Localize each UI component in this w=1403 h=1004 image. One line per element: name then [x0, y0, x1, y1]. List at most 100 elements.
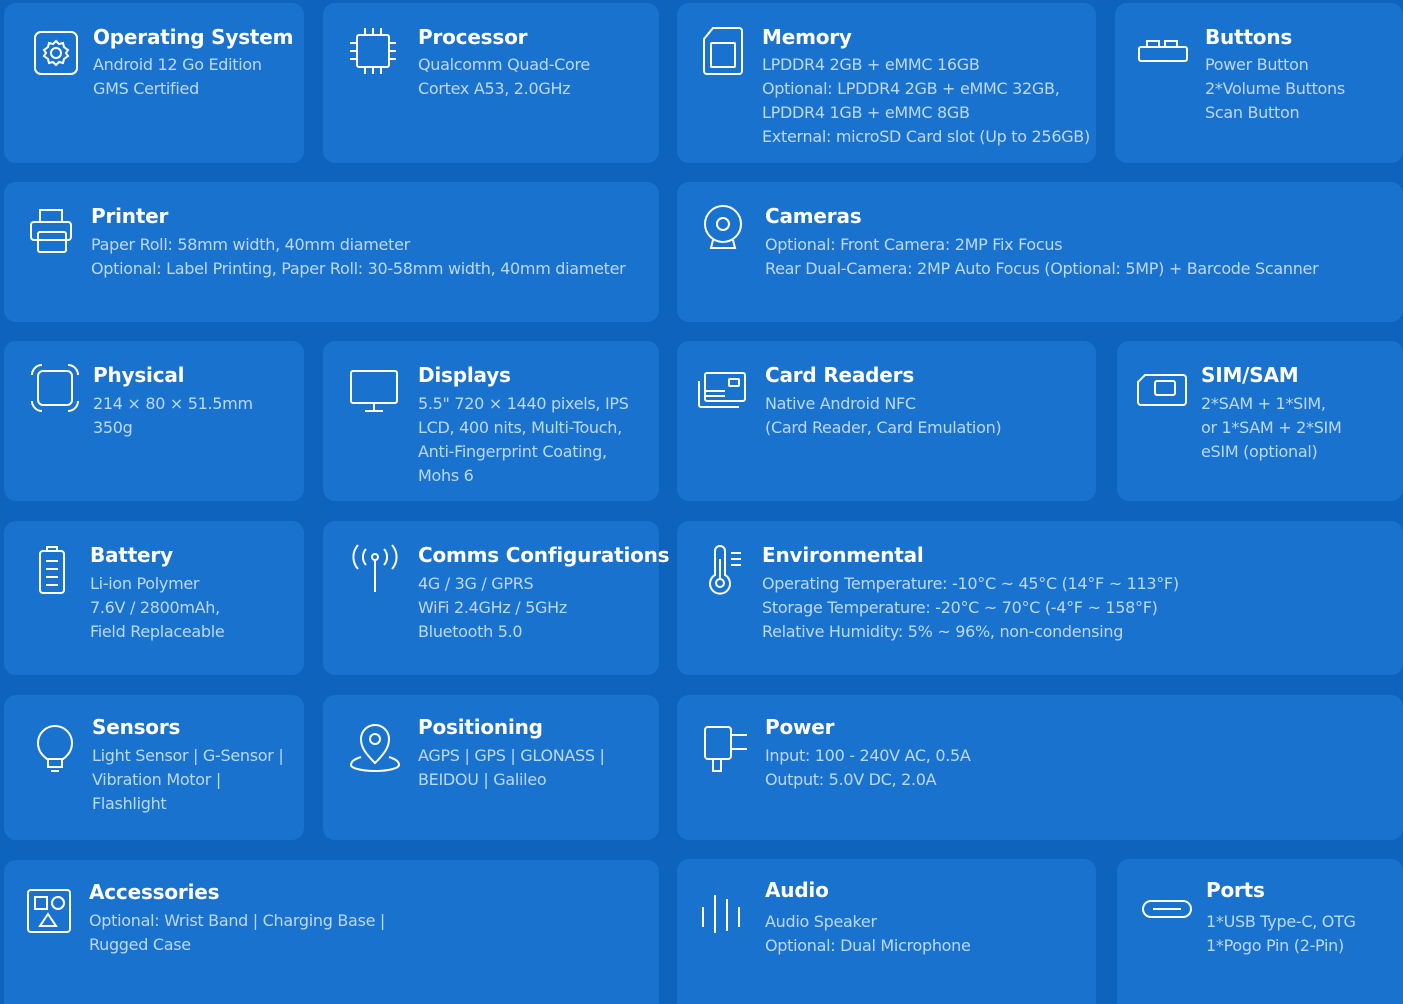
- plug-icon: [703, 725, 755, 777]
- detail-line: 4G / 3G / GPRS: [418, 574, 534, 593]
- spec-card-memory: Memory LPDDR4 2GB + eMMC 16GB Optional: …: [677, 3, 1096, 163]
- detail-line: Rear Dual-Camera: 2MP Auto Focus (Option…: [765, 259, 1319, 278]
- detail-line: Optional: Front Camera: 2MP Fix Focus: [765, 235, 1063, 254]
- detail-line: Output: 5.0V DC, 2.0A: [765, 770, 937, 789]
- spec-card-cameras: Cameras Optional: Front Camera: 2MP Fix …: [677, 182, 1403, 322]
- card-details: AGPS | GPS | GLONASS | BEIDOU | Galileo: [418, 744, 605, 792]
- card-title: Operating System: [93, 25, 294, 49]
- detail-line: 7.6V / 2800mAh,: [90, 598, 220, 617]
- card-details: Paper Roll: 58mm width, 40mm diameter Op…: [91, 233, 626, 281]
- button-icon: [1137, 33, 1189, 85]
- detail-line: Operating Temperature: -10°C ~ 45°C (14°…: [762, 574, 1179, 593]
- detail-line: 214 × 80 × 51.5mm: [93, 394, 253, 413]
- detail-line: AGPS | GPS | GLONASS |: [418, 746, 605, 765]
- detail-line: Optional: Wrist Band | Charging Base |: [89, 911, 386, 930]
- card-title: Physical: [93, 363, 185, 387]
- detail-line: 350g: [93, 418, 133, 437]
- spec-card-card-readers: Card Readers Native Android NFC (Card Re…: [677, 341, 1096, 501]
- card-title: Positioning: [418, 715, 543, 739]
- spec-card-power: Power Input: 100 - 240V AC, 0.5A Output:…: [677, 695, 1403, 840]
- spec-card-printer: Printer Paper Roll: 58mm width, 40mm dia…: [4, 182, 659, 322]
- memory-card-icon: [699, 25, 751, 77]
- battery-icon: [38, 545, 90, 597]
- card-title: Battery: [90, 543, 173, 567]
- card-title: Memory: [762, 25, 852, 49]
- spec-card-displays: Displays 5.5" 720 × 1440 pixels, IPS LCD…: [323, 341, 659, 501]
- detail-line: Cortex A53, 2.0GHz: [418, 79, 571, 98]
- detail-line: eSIM (optional): [1201, 442, 1318, 461]
- card-details: 1*USB Type-C, OTG 1*Pogo Pin (2-Pin): [1206, 910, 1356, 958]
- card-details: 5.5" 720 × 1440 pixels, IPS LCD, 400 nit…: [418, 392, 629, 488]
- card-details: 4G / 3G / GPRS WiFi 2.4GHz / 5GHz Blueto…: [418, 572, 567, 644]
- card-details: Operating Temperature: -10°C ~ 45°C (14°…: [762, 572, 1179, 644]
- thermometer-icon: [705, 545, 757, 597]
- accessories-icon: [26, 888, 78, 940]
- detail-line: Input: 100 - 240V AC, 0.5A: [765, 746, 971, 765]
- card-details: Qualcomm Quad-Core Cortex A53, 2.0GHz: [418, 53, 590, 101]
- detail-line: Rugged Case: [89, 935, 191, 954]
- card-title: Comms Configurations: [418, 543, 670, 567]
- spec-card-physical: Physical 214 × 80 × 51.5mm 350g: [4, 341, 304, 501]
- detail-line: External: microSD Card slot (Up to 256GB…: [762, 127, 1090, 146]
- gear-icon: [32, 29, 84, 81]
- card-details: Android 12 Go Edition GMS Certified: [93, 53, 262, 101]
- chip-icon: [347, 25, 399, 77]
- sound-bars-icon: [697, 889, 749, 941]
- card-title: Power: [765, 715, 835, 739]
- card-details: Audio Speaker Optional: Dual Microphone: [765, 910, 971, 958]
- spec-card-ports: Ports 1*USB Type-C, OTG 1*Pogo Pin (2-Pi…: [1117, 859, 1403, 1004]
- detail-line: Optional: Dual Microphone: [765, 936, 971, 955]
- detail-line: Power Button: [1205, 55, 1309, 74]
- detail-line: Bluetooth 5.0: [418, 622, 523, 641]
- detail-line: WiFi 2.4GHz / 5GHz: [418, 598, 567, 617]
- detail-line: Anti-Fingerprint Coating,: [418, 442, 607, 461]
- detail-line: (Card Reader, Card Emulation): [765, 418, 1002, 437]
- detail-line: Scan Button: [1205, 103, 1300, 122]
- spec-card-operating-system: Operating System Android 12 Go Edition G…: [4, 3, 304, 163]
- card-title: Environmental: [762, 543, 924, 567]
- detail-line: Paper Roll: 58mm width, 40mm diameter: [91, 235, 410, 254]
- monitor-icon: [349, 367, 401, 419]
- card-title: Audio: [765, 878, 829, 902]
- detail-line: Android 12 Go Edition: [93, 55, 262, 74]
- detail-line: Light Sensor | G-Sensor |: [92, 746, 284, 765]
- detail-line: Native Android NFC: [765, 394, 916, 413]
- card-details: Li-ion Polymer 7.6V / 2800mAh, Field Rep…: [90, 572, 225, 644]
- detail-line: LPDDR4 2GB + eMMC 16GB: [762, 55, 980, 74]
- detail-line: Flashlight: [92, 794, 167, 813]
- spec-card-processor: Processor Qualcomm Quad-Core Cortex A53,…: [323, 3, 659, 163]
- detail-line: 2*Volume Buttons: [1205, 79, 1345, 98]
- dimensions-icon: [30, 363, 82, 415]
- card-title: Cameras: [765, 204, 862, 228]
- card-title: Processor: [418, 25, 528, 49]
- detail-line: Relative Humidity: 5% ~ 96%, non-condens…: [762, 622, 1124, 641]
- card-details: Optional: Wrist Band | Charging Base | R…: [89, 909, 385, 957]
- spec-card-battery: Battery Li-ion Polymer 7.6V / 2800mAh, F…: [4, 521, 304, 675]
- detail-line: LCD, 400 nits, Multi-Touch,: [418, 418, 622, 437]
- spec-card-positioning: Positioning AGPS | GPS | GLONASS | BEIDO…: [323, 695, 659, 840]
- card-details: LPDDR4 2GB + eMMC 16GB Optional: LPDDR4 …: [762, 53, 1090, 149]
- spec-card-sensors: Sensors Light Sensor | G-Sensor | Vibrat…: [4, 695, 304, 840]
- spec-card-sim-sam: SIM/SAM 2*SAM + 1*SIM, or 1*SAM + 2*SIM …: [1117, 341, 1403, 501]
- detail-line: BEIDOU | Galileo: [418, 770, 547, 789]
- detail-line: Vibration Motor |: [92, 770, 221, 789]
- detail-line: Mohs 6: [418, 466, 474, 485]
- card-title: Printer: [91, 204, 169, 228]
- detail-line: 1*USB Type-C, OTG: [1206, 912, 1356, 931]
- webcam-icon: [701, 204, 753, 256]
- card-reader-icon: [697, 369, 749, 421]
- printer-icon: [28, 206, 80, 258]
- spec-card-accessories: Accessories Optional: Wrist Band | Charg…: [4, 860, 659, 1004]
- usb-port-icon: [1143, 891, 1195, 943]
- detail-line: Optional: Label Printing, Paper Roll: 30…: [91, 259, 626, 278]
- spec-card-comms: Comms Configurations 4G / 3G / GPRS WiFi…: [323, 521, 670, 675]
- spec-card-environmental: Environmental Operating Temperature: -10…: [677, 521, 1403, 675]
- detail-line: Qualcomm Quad-Core: [418, 55, 590, 74]
- detail-line: Storage Temperature: -20°C ~ 70°C (-4°F …: [762, 598, 1158, 617]
- location-pin-icon: [349, 723, 401, 775]
- card-details: Power Button 2*Volume Buttons Scan Butto…: [1205, 53, 1345, 125]
- card-details: Native Android NFC (Card Reader, Card Em…: [765, 392, 1002, 440]
- detail-line: 1*Pogo Pin (2-Pin): [1206, 936, 1344, 955]
- detail-line: 5.5" 720 × 1440 pixels, IPS: [418, 394, 629, 413]
- detail-line: Optional: LPDDR4 2GB + eMMC 32GB,: [762, 79, 1060, 98]
